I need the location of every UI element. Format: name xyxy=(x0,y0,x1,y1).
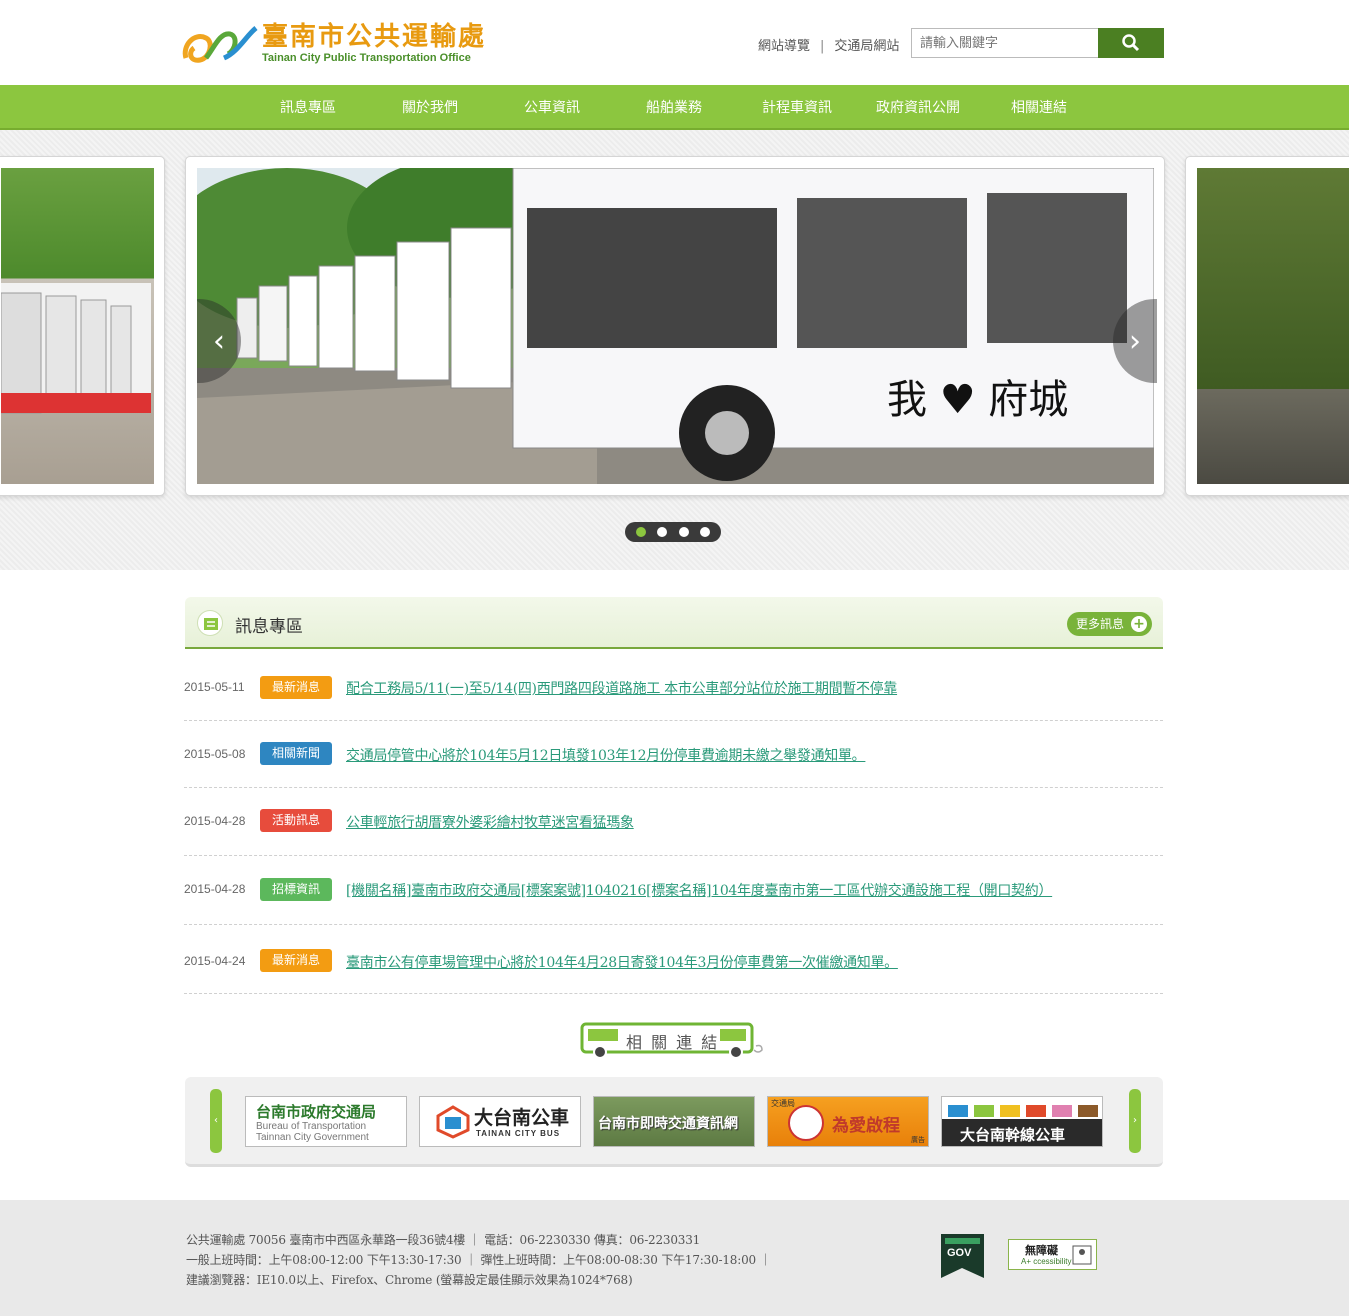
news-link[interactable]: 交通局停管中心將於104年5月12日填發103年12月份停車費逾期未繳之舉發通知… xyxy=(346,745,866,765)
news-item: 2015-04-24 最新消息 臺南市公有停車場管理中心將於104年4月28日寄… xyxy=(184,925,1163,994)
bus-row-image xyxy=(1,283,151,414)
nav-item-news[interactable]: 訊息專區 xyxy=(248,97,368,117)
more-news-label: 更多訊息 xyxy=(1076,617,1125,631)
nav-item-ship[interactable]: 船舶業務 xyxy=(614,97,734,117)
sitemap-link[interactable]: 網站導覽 xyxy=(758,39,810,54)
link-ad-label: 廣告 xyxy=(911,1136,925,1144)
site-logo[interactable]: 臺南市公共運輸處 Tainan City Public Transportati… xyxy=(180,14,510,70)
nav-item-gov-info[interactable]: 政府資訊公開 xyxy=(858,97,978,117)
carousel-next-arrow[interactable]: › xyxy=(1129,1089,1141,1153)
footer-browser-note: 建議瀏覽器：IE10.0以上、Firefox、Chrome (螢幕設定最佳顯示效… xyxy=(186,1273,633,1287)
current-slide-frame: 我 ♥ 府城 ‹ › xyxy=(185,156,1165,496)
slide-dot-4[interactable] xyxy=(700,527,710,537)
site-footer: 公共運輸處 70056 臺南市中西區永華路一段36號4樓 ｜ 電話：06-223… xyxy=(0,1200,1349,1316)
news-date: 2015-04-28 xyxy=(184,814,246,828)
link-title: 台南市政府交通局 xyxy=(256,1103,377,1121)
news-date: 2015-05-11 xyxy=(184,680,245,694)
news-link[interactable]: 配合工務局5/11(一)至5/14(四)西門路四段道路施工 本市公車部分站位於施… xyxy=(346,678,897,698)
related-links-title: 相 關 連 結 xyxy=(580,1022,770,1060)
related-links-title-text: 相 關 連 結 xyxy=(626,1033,720,1052)
news-tag[interactable]: 最新消息 xyxy=(260,949,332,972)
news-section-title: 訊息專區 xyxy=(235,617,303,637)
news-tag[interactable]: 活動訊息 xyxy=(260,809,332,832)
link-subtitle: TAINAN CITY BUS xyxy=(476,1129,561,1138)
prev-slide-frame[interactable] xyxy=(0,156,165,496)
link-realtime-traffic[interactable]: 台南市即時交通資訊網 xyxy=(593,1096,755,1147)
more-news-button[interactable]: 更多訊息 + xyxy=(1067,612,1152,636)
banner-caption: 我 ♥ 府城 xyxy=(887,377,1068,423)
search-input[interactable] xyxy=(911,28,1099,58)
prev-slide-photo xyxy=(1,168,154,484)
search-box xyxy=(911,28,1164,58)
nav-item-bus-info[interactable]: 公車資訊 xyxy=(492,97,612,117)
trunk-bus-icons xyxy=(948,1105,1098,1117)
news-tag[interactable]: 相關新聞 xyxy=(260,742,332,765)
news-date: 2015-04-28 xyxy=(184,882,246,896)
news-date: 2015-05-08 xyxy=(184,747,246,761)
news-item: 2015-05-11 最新消息 配合工務局5/11(一)至5/14(四)西門路四… xyxy=(184,660,1163,721)
nav-item-taxi[interactable]: 計程車資訊 xyxy=(737,97,857,117)
news-tag[interactable]: 最新消息 xyxy=(260,676,332,699)
link-love-journey[interactable]: 交通局 為愛啟程 廣告 xyxy=(767,1096,929,1147)
link-title: 大台南公車 xyxy=(474,1107,570,1129)
news-section-header: 訊息專區 更多訊息 + xyxy=(185,597,1163,649)
panda-icon xyxy=(788,1105,824,1141)
news-link[interactable]: 公車輕旅行胡厝寮外婆彩繪村牧草迷宮看猛瑪象 xyxy=(346,812,634,832)
news-item: 2015-05-08 相關新聞 交通局停管中心將於104年5月12日填發103年… xyxy=(184,721,1163,788)
main-nav: 訊息專區 關於我們 公車資訊 船舶業務 計程車資訊 政府資訊公開 相關連結 xyxy=(0,85,1349,130)
plus-icon: + xyxy=(1131,616,1147,632)
link-title: 大台南幹線公車 xyxy=(960,1126,1066,1144)
next-slide-frame[interactable] xyxy=(1185,156,1349,496)
link-separator: | xyxy=(820,39,825,54)
accessibility-sublabel: A+ ccessibility xyxy=(1021,1257,1072,1266)
link-title: 台南市即時交通資訊網 xyxy=(598,1116,738,1132)
news-icon xyxy=(197,610,223,636)
link-transport-bureau[interactable]: 台南市政府交通局 Bureau of Transportation Tainna… xyxy=(245,1096,407,1147)
nav-item-links[interactable]: 相關連結 xyxy=(979,97,1099,117)
news-link[interactable]: 臺南市公有停車場管理中心將於104年4月28日寄發104年3月份停車費第一次催繳… xyxy=(346,952,898,972)
news-item: 2015-04-28 招標資訊 [機關名稱]臺南市政府交通局[標案案號]1040… xyxy=(184,856,1163,925)
city-bus-image: 我 ♥ 府城 xyxy=(197,168,1154,484)
news-link[interactable]: [機關名稱]臺南市政府交通局[標案案號]1040216[標案名稱]104年度臺南… xyxy=(346,880,1052,900)
slide-dot-1[interactable] xyxy=(636,527,646,537)
transport-bureau-link[interactable]: 交通局網站 xyxy=(834,39,899,54)
search-button[interactable] xyxy=(1098,28,1164,58)
site-header: 臺南市公共運輸處 Tainan City Public Transportati… xyxy=(0,0,1349,85)
search-icon xyxy=(1122,34,1140,52)
link-tainan-city-bus[interactable]: 大台南公車 TAINAN CITY BUS xyxy=(419,1096,581,1147)
link-trunk-bus[interactable]: 大台南幹線公車 xyxy=(941,1096,1103,1147)
link-title: 為愛啟程 xyxy=(832,1116,900,1136)
top-links: 網站導覽 | 交通局網站 xyxy=(758,35,899,54)
related-links-carousel: ‹ 台南市政府交通局 Bureau of Transportation Tain… xyxy=(185,1077,1163,1167)
logo-swirl-icon xyxy=(182,26,258,63)
carousel-prev-arrow[interactable]: ‹ xyxy=(210,1089,222,1153)
gov-label: GOV xyxy=(947,1247,972,1259)
footer-address: 公共運輸處 70056 臺南市中西區永華路一段36號4樓 ｜ 電話：06-223… xyxy=(186,1233,701,1247)
slide-dot-3[interactable] xyxy=(679,527,689,537)
accessibility-badge[interactable]: 無障礙 A+ ccessibility xyxy=(1008,1239,1097,1270)
news-date: 2015-04-24 xyxy=(184,954,246,968)
news-tag[interactable]: 招標資訊 xyxy=(260,878,332,901)
footer-hours: 一般上班時間：上午08:00-12:00 下午13:30-17:30 ｜ 彈性上… xyxy=(186,1253,772,1267)
slide-pagination xyxy=(625,522,721,542)
link-subtitle-2: Tainnan City Government xyxy=(256,1132,369,1143)
accessibility-label: 無障礙 xyxy=(1025,1244,1058,1257)
news-item: 2015-04-28 活動訊息 公車輕旅行胡厝寮外婆彩繪村牧草迷宮看猛瑪象 xyxy=(184,788,1163,856)
nav-item-about[interactable]: 關於我們 xyxy=(370,97,490,117)
current-slide-photo: 我 ♥ 府城 xyxy=(197,168,1154,484)
link-subtitle: Bureau of Transportation xyxy=(256,1121,367,1132)
logo-chinese-name: 臺南市公共運輸處 xyxy=(262,22,487,52)
logo-english-name: Tainan City Public Transportation Office xyxy=(262,52,471,64)
link-tag: 交通局 xyxy=(771,1099,795,1108)
next-slide-photo xyxy=(1197,168,1349,484)
accessibility-icon xyxy=(1072,1245,1092,1265)
slide-dot-2[interactable] xyxy=(657,527,667,537)
bus-logo-icon xyxy=(436,1105,470,1139)
gov-badge[interactable]: GOV xyxy=(941,1234,984,1278)
banner-slider: 我 ♥ 府城 ‹ › xyxy=(0,130,1349,570)
